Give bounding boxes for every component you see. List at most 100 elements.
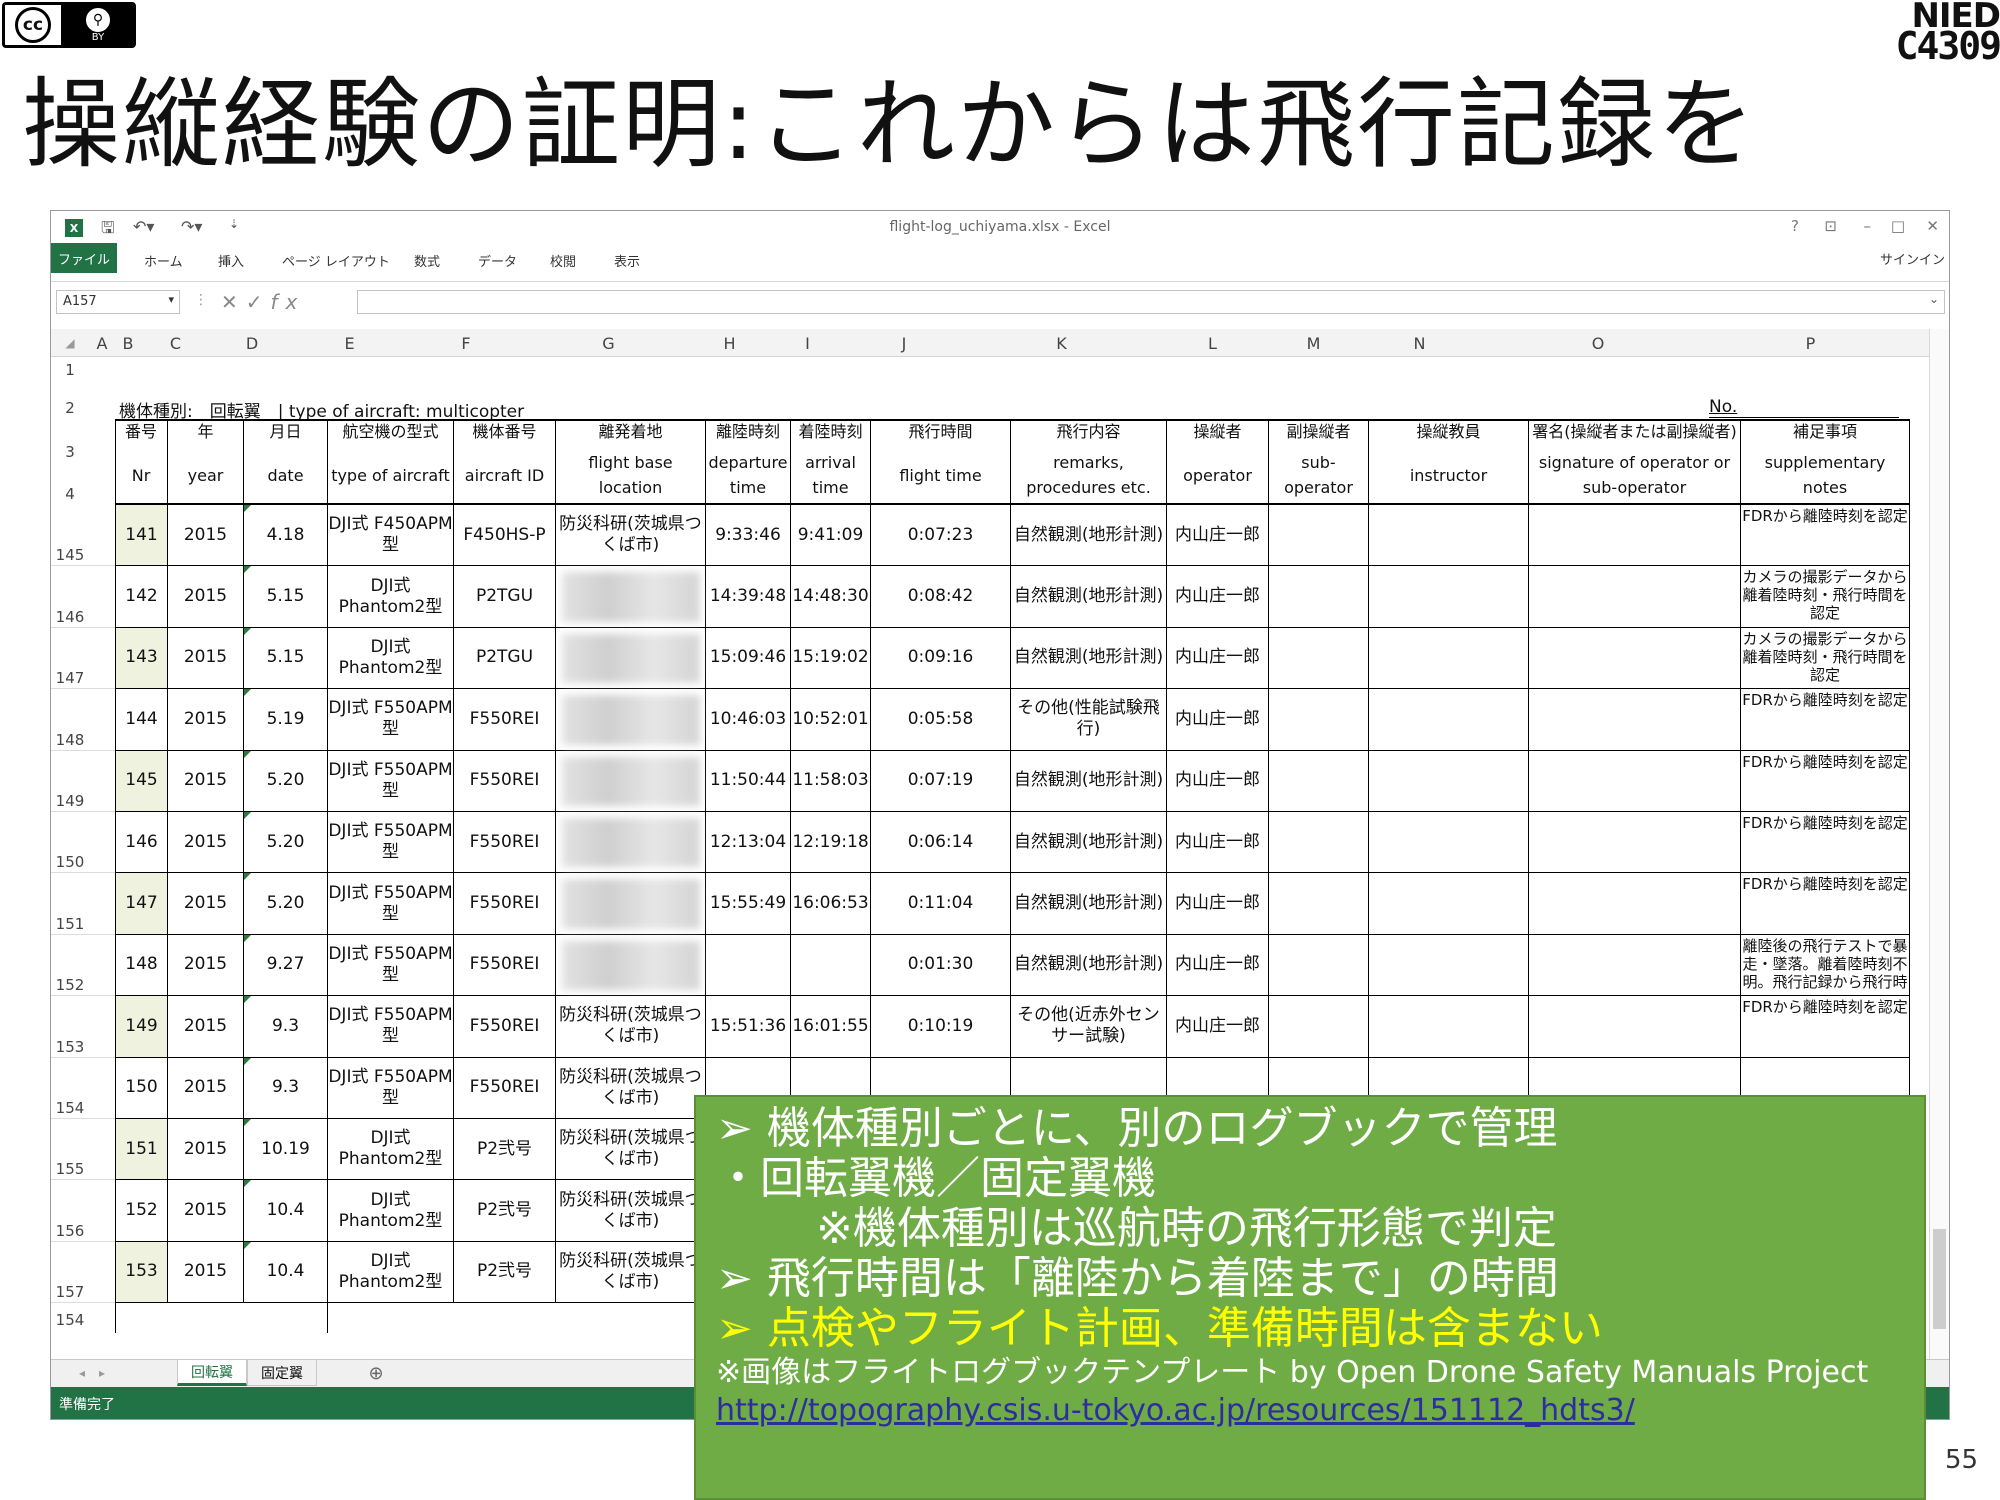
- cell-type[interactable]: DJI式 F450APM型: [328, 505, 454, 567]
- cell-nr[interactable]: 144: [115, 689, 168, 751]
- cell-loc[interactable]: 防災科研(茨城県つくば市): [556, 996, 706, 1058]
- cell-note[interactable]: 離陸後の飛行テストで暴走・墜落。離着陸時刻不明。飛行記録から飛行時: [1741, 934, 1910, 997]
- cell-arr[interactable]: 9:41:09: [791, 505, 871, 567]
- cell-loc[interactable]: 防災科研(茨城県つくば市): [556, 505, 706, 567]
- chevron-down-icon[interactable]: ▾: [168, 293, 174, 306]
- cell-id[interactable]: P2TGU: [454, 627, 556, 690]
- cell-empty[interactable]: [1269, 689, 1369, 751]
- cell-ft[interactable]: 0:01:30: [871, 934, 1011, 997]
- column-header-J[interactable]: J: [846, 329, 962, 357]
- column-header-P[interactable]: P: [1720, 329, 1901, 357]
- cell-id[interactable]: F550REI: [454, 1057, 556, 1119]
- cell-empty[interactable]: [1269, 873, 1369, 935]
- cell-loc[interactable]: 防災科研(茨城県つくば市): [556, 1241, 706, 1304]
- cell-date[interactable]: 10.19: [244, 1119, 328, 1181]
- column-header-D[interactable]: D: [210, 329, 294, 357]
- cell-year[interactable]: 2015: [168, 1241, 244, 1304]
- formula-input[interactable]: [357, 290, 1945, 314]
- cell-empty[interactable]: [1369, 996, 1529, 1058]
- cell-empty[interactable]: [1529, 750, 1741, 812]
- cell-note[interactable]: FDRから離陸時刻を認定: [1741, 812, 1910, 874]
- cell-rem[interactable]: 自然観測(地形計測): [1011, 627, 1167, 690]
- cell-nr[interactable]: 150: [115, 1057, 168, 1119]
- cell-arr[interactable]: 14:48:30: [791, 566, 871, 628]
- minimize-icon[interactable]: –: [1864, 217, 1872, 235]
- tab-view[interactable]: 表示: [614, 251, 640, 270]
- cell-type[interactable]: DJI式 Phantom2型: [328, 627, 454, 690]
- column-header-E[interactable]: E: [294, 329, 405, 357]
- cell-dep[interactable]: 15:51:36: [706, 996, 791, 1058]
- cell-rem[interactable]: 自然観測(地形計測): [1011, 750, 1167, 812]
- cell-type[interactable]: DJI式 Phantom2型: [328, 1119, 454, 1181]
- cell-ft[interactable]: 0:07:19: [871, 750, 1011, 812]
- cell-nr[interactable]: 152: [115, 1180, 168, 1242]
- cell-op[interactable]: 内山庄一郎: [1167, 505, 1269, 567]
- cell-id[interactable]: F550REI: [454, 812, 556, 874]
- cell-empty[interactable]: [1529, 689, 1741, 751]
- cell-dep[interactable]: [706, 934, 791, 997]
- cell-date[interactable]: 5.20: [244, 812, 328, 874]
- column-header-F[interactable]: F: [405, 329, 527, 357]
- cell-empty[interactable]: [1269, 505, 1369, 567]
- help-icon[interactable]: ?: [1791, 217, 1799, 235]
- cell-note[interactable]: カメラの撮影データから離着陸時刻・飛行時間を認定: [1741, 566, 1910, 628]
- cell-op[interactable]: 内山庄一郎: [1167, 750, 1269, 812]
- cell-type[interactable]: DJI式 Phantom2型: [328, 566, 454, 628]
- cell-date[interactable]: 9.3: [244, 996, 328, 1058]
- cell-rem[interactable]: 自然観測(地形計測): [1011, 934, 1167, 997]
- column-header-C[interactable]: C: [141, 329, 210, 357]
- cell-ft[interactable]: 0:09:16: [871, 627, 1011, 690]
- cell-empty[interactable]: [1369, 750, 1529, 812]
- cell-nr[interactable]: 141: [115, 505, 168, 567]
- cell-empty[interactable]: [1529, 873, 1741, 935]
- cell-dep[interactable]: 10:46:03: [706, 689, 791, 751]
- row-header[interactable]: 149: [51, 751, 89, 812]
- cell-year[interactable]: 2015: [168, 689, 244, 751]
- cell-rem[interactable]: その他(近赤外センサー試験): [1011, 996, 1167, 1058]
- cell-type[interactable]: DJI式 F550APM型: [328, 1057, 454, 1119]
- row-header[interactable]: 153: [51, 996, 89, 1057]
- cell-empty[interactable]: [1529, 627, 1741, 690]
- row-header[interactable]: 152: [51, 935, 89, 996]
- cell-op[interactable]: 内山庄一郎: [1167, 996, 1269, 1058]
- cell-empty[interactable]: [1369, 812, 1529, 874]
- cell-nr[interactable]: 146: [115, 812, 168, 874]
- cell-type[interactable]: DJI式 F550APM型: [328, 996, 454, 1058]
- cell-date[interactable]: 5.20: [244, 750, 328, 812]
- cell-id[interactable]: F550REI: [454, 934, 556, 997]
- scroll-thumb[interactable]: [1933, 1229, 1946, 1329]
- column-header-L[interactable]: L: [1161, 329, 1264, 357]
- cell-year[interactable]: 2015: [168, 627, 244, 690]
- cell-id[interactable]: F550REI: [454, 689, 556, 751]
- cell-nr[interactable]: 153: [115, 1241, 168, 1304]
- cell-op[interactable]: 内山庄一郎: [1167, 934, 1269, 997]
- row-header[interactable]: 150: [51, 812, 89, 873]
- sheet-tab-fixed-wing[interactable]: 固定翼: [247, 1360, 317, 1386]
- add-sheet-icon[interactable]: ⊕: [361, 1360, 391, 1386]
- cell-op[interactable]: 内山庄一郎: [1167, 566, 1269, 628]
- cell-op[interactable]: 内山庄一郎: [1167, 627, 1269, 690]
- cell-id[interactable]: P2弐号: [454, 1180, 556, 1242]
- cell-empty[interactable]: [1369, 627, 1529, 690]
- cell-empty[interactable]: [1369, 934, 1529, 997]
- cell-loc[interactable]: 防災科研(茨城県つくば市): [556, 1180, 706, 1242]
- cell-date[interactable]: 10.4: [244, 1180, 328, 1242]
- cell-empty[interactable]: [1529, 812, 1741, 874]
- cell-arr[interactable]: 16:01:55: [791, 996, 871, 1058]
- cell-id[interactable]: F450HS-P: [454, 505, 556, 567]
- cell-arr[interactable]: 15:19:02: [791, 627, 871, 690]
- cell-date[interactable]: 5.20: [244, 873, 328, 935]
- cell-empty[interactable]: [1369, 873, 1529, 935]
- cell-dep[interactable]: 9:33:46: [706, 505, 791, 567]
- cell-empty[interactable]: [1529, 934, 1741, 997]
- cell-year[interactable]: 2015: [168, 934, 244, 997]
- formula-buttons[interactable]: ✕✓fx: [221, 290, 305, 314]
- cell-id[interactable]: P2TGU: [454, 566, 556, 628]
- tab-file[interactable]: ファイル: [51, 243, 117, 273]
- row-header[interactable]: 154: [51, 1058, 89, 1119]
- sheet-nav-arrows[interactable]: ◂▸: [79, 1366, 119, 1380]
- source-link[interactable]: http://topography.csis.u-tokyo.ac.jp/res…: [716, 1393, 1635, 1429]
- expand-formula-icon[interactable]: ⌄: [1929, 292, 1939, 306]
- cell-rem[interactable]: 自然観測(地形計測): [1011, 505, 1167, 567]
- cell-type[interactable]: DJI式 F550APM型: [328, 812, 454, 874]
